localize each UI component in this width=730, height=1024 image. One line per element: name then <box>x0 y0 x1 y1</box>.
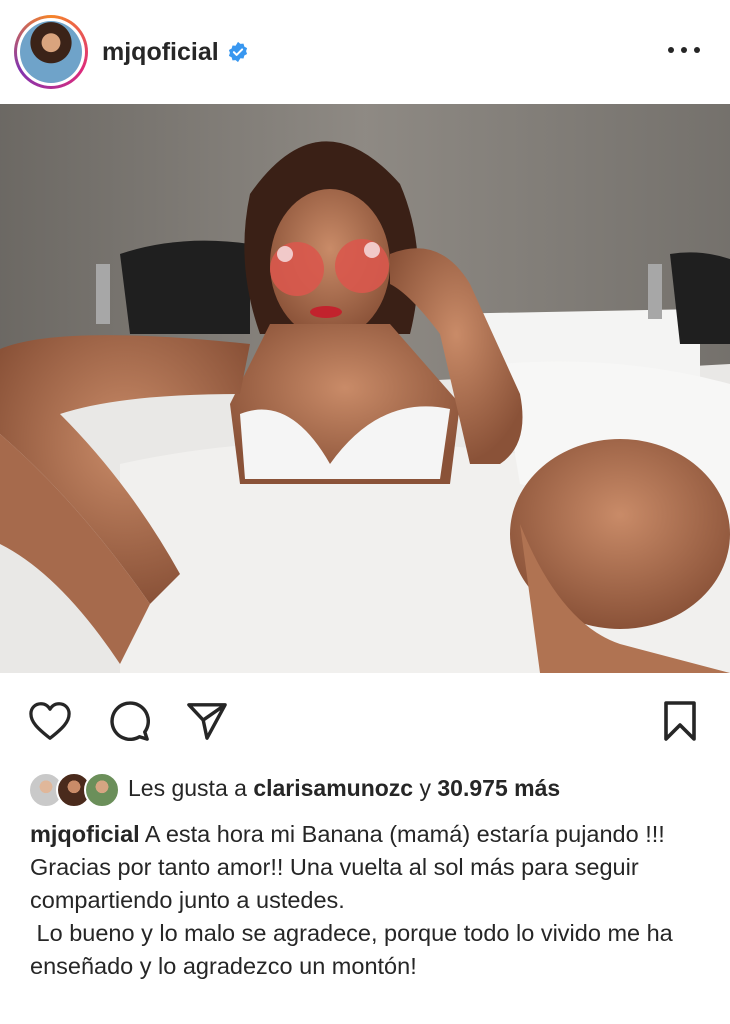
likes-row[interactable]: Les gusta a clarisamunozc y 30.975 más <box>28 768 560 808</box>
likes-prefix: Les gusta a <box>128 774 247 801</box>
share-icon[interactable] <box>184 698 230 744</box>
verified-badge-icon <box>227 41 249 63</box>
post-photo[interactable] <box>0 104 730 673</box>
liked-by-username[interactable]: clarisamunozc <box>253 775 413 801</box>
header-username[interactable]: mjqoficial <box>102 38 219 67</box>
post-header: mjqoficial <box>0 0 730 104</box>
avatar-image <box>20 21 82 83</box>
profile-avatar[interactable] <box>14 15 88 89</box>
likes-count[interactable]: 30.975 más <box>437 775 560 801</box>
liked-by-avatars <box>28 770 120 808</box>
likes-text: Les gusta a clarisamunozc y 30.975 más <box>128 775 560 802</box>
caption-line-3: Lo bueno y lo malo se agradece, porque t… <box>30 920 680 979</box>
caption-username[interactable]: mjqoficial <box>30 821 140 847</box>
post-caption: mjqoficial A esta hora mi Banana (mamá) … <box>30 818 720 983</box>
caption-line-2: Gracias por tanto amor!! Una vuelta al s… <box>30 854 639 913</box>
bookmark-icon[interactable] <box>657 698 703 744</box>
action-bar <box>0 690 730 750</box>
comment-icon[interactable] <box>106 698 152 744</box>
avatar <box>84 772 120 808</box>
likes-connector: y <box>419 774 432 801</box>
caption-line-1: A esta hora mi Banana (mamá) estaría puj… <box>144 821 665 847</box>
heart-icon[interactable] <box>27 698 73 744</box>
more-options-icon[interactable] <box>668 40 700 60</box>
